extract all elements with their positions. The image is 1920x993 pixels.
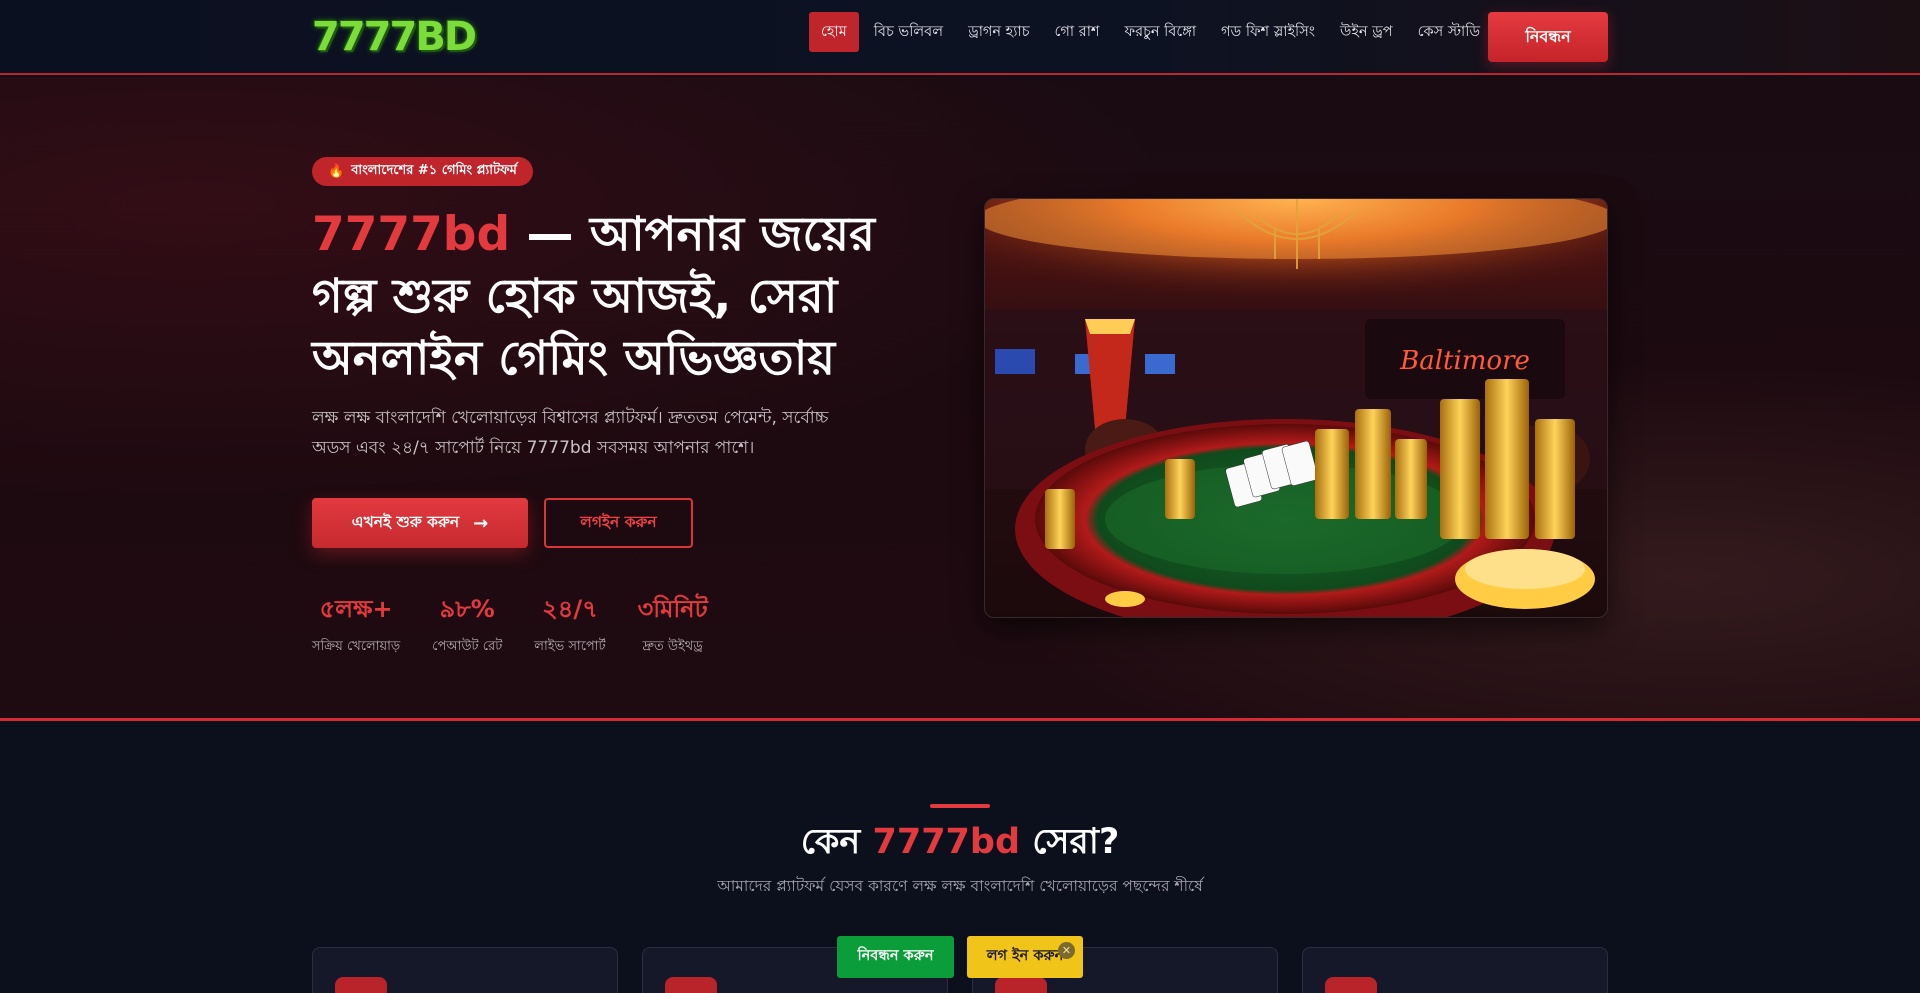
why-title-brand: 7777bd [872, 822, 1021, 862]
feature-card [1302, 947, 1608, 993]
arrow-right-icon: → [473, 512, 489, 534]
nav-item-fortune-bingo[interactable]: ফরচুন বিঙ্গো [1115, 12, 1207, 52]
hero-login-button[interactable]: লগইন করুন [544, 498, 693, 548]
main-nav: হোম বিচ ভলিবল ড্রাগন হ্যাচ গো রাশ ফরচুন … [809, 12, 1495, 52]
why-title-prefix: কেন [800, 822, 873, 862]
why-section-title: কেন 7777bd সেরা? [0, 817, 1920, 867]
stat-label: সক্রিয় খেলোয়াড় [312, 639, 401, 654]
floating-register-button[interactable]: নিবন্ধন করুন [837, 936, 954, 978]
stat-label: লাইভ সাপোর্ট [534, 639, 606, 654]
nav-item-win-drop[interactable]: উইন ড্রপ [1330, 12, 1403, 52]
stat-fast-withdraw: ৩মিনিট দ্রুত উইথড্র [638, 593, 708, 658]
fire-icon: 🔥 [328, 164, 345, 179]
site-logo[interactable]: 7777BD [312, 13, 477, 61]
why-title-suffix: সেরা? [1020, 822, 1120, 862]
hero-badge-text: বাংলাদেশের #১ গেমিং প্ল্যাটফর্ম [351, 163, 517, 178]
casino-hero-image: Baltimore [984, 198, 1608, 618]
stat-active-players: ৫লক্ষ+ সক্রিয় খেলোয়াড় [312, 593, 400, 658]
feature-icon [665, 977, 717, 993]
section-accent-line [930, 804, 990, 808]
nav-item-go-rush[interactable]: গো রাশ [1045, 12, 1110, 52]
feature-card [312, 947, 618, 993]
why-section-subtitle: আমাদের প্ল্যাটফর্ম যেসব কারণে লক্ষ লক্ষ … [717, 877, 1203, 895]
start-now-button[interactable]: এখনই শুরু করুন → [312, 498, 528, 548]
feature-icon [1325, 977, 1377, 993]
hero-title-brand: 7777bd [312, 207, 511, 262]
stat-value: ৩মিনিট [637, 595, 708, 623]
stat-live-support: ২৪/৭ লাইভ সাপোর্ট [534, 593, 605, 658]
hero-stats: ৫লক্ষ+ সক্রিয় খেলোয়াড় ৯৮% পেআউট রেট ২… [312, 593, 740, 658]
casino-neon-sign: Baltimore [1399, 346, 1530, 376]
feature-icon [995, 977, 1047, 993]
site-header: 7777BD হোম বিচ ভলিবল ড্রাগন হ্যাচ গো রাশ… [0, 0, 1920, 75]
hero-section: 🔥 বাংলাদেশের #১ গেমিং প্ল্যাটফর্ম 7777bd… [0, 77, 1920, 721]
header-register-button[interactable]: নিবন্ধন [1488, 12, 1608, 62]
stat-label: পেআউট রেট [432, 639, 503, 654]
start-now-label: এখনই শুরু করুন [351, 513, 460, 531]
nav-item-home[interactable]: হোম [809, 12, 859, 52]
close-icon[interactable]: ✕ [1058, 942, 1075, 959]
nav-item-beach-volleyball[interactable]: বিচ ভলিবল [864, 12, 953, 52]
nav-item-case-study[interactable]: কেস স্টাডি [1408, 12, 1490, 52]
hero-title: 7777bd — আপনার জয়ের গল্প শুরু হোক আজই, … [312, 204, 932, 390]
stat-label: দ্রুত উইথড্র [642, 639, 703, 654]
nav-item-god-fish-slicing[interactable]: গড ফিশ স্লাইসিং [1211, 12, 1325, 52]
hero-description: লক্ষ লক্ষ বাংলাদেশি খেলোয়াড়ের বিশ্বাসে… [312, 408, 829, 458]
stat-payout-rate: ৯৮% পেআউট রেট [432, 593, 502, 658]
stat-value: ৫লক্ষ+ [319, 595, 393, 623]
feature-icon [335, 977, 387, 993]
stat-value: ৯৮% [439, 595, 495, 623]
nav-item-dragon-hatch[interactable]: ড্রাগন হ্যাচ [958, 12, 1039, 52]
hero-badge: 🔥 বাংলাদেশের #১ গেমিং প্ল্যাটফর্ম [312, 157, 533, 186]
stat-value: ২৪/৭ [542, 595, 598, 623]
